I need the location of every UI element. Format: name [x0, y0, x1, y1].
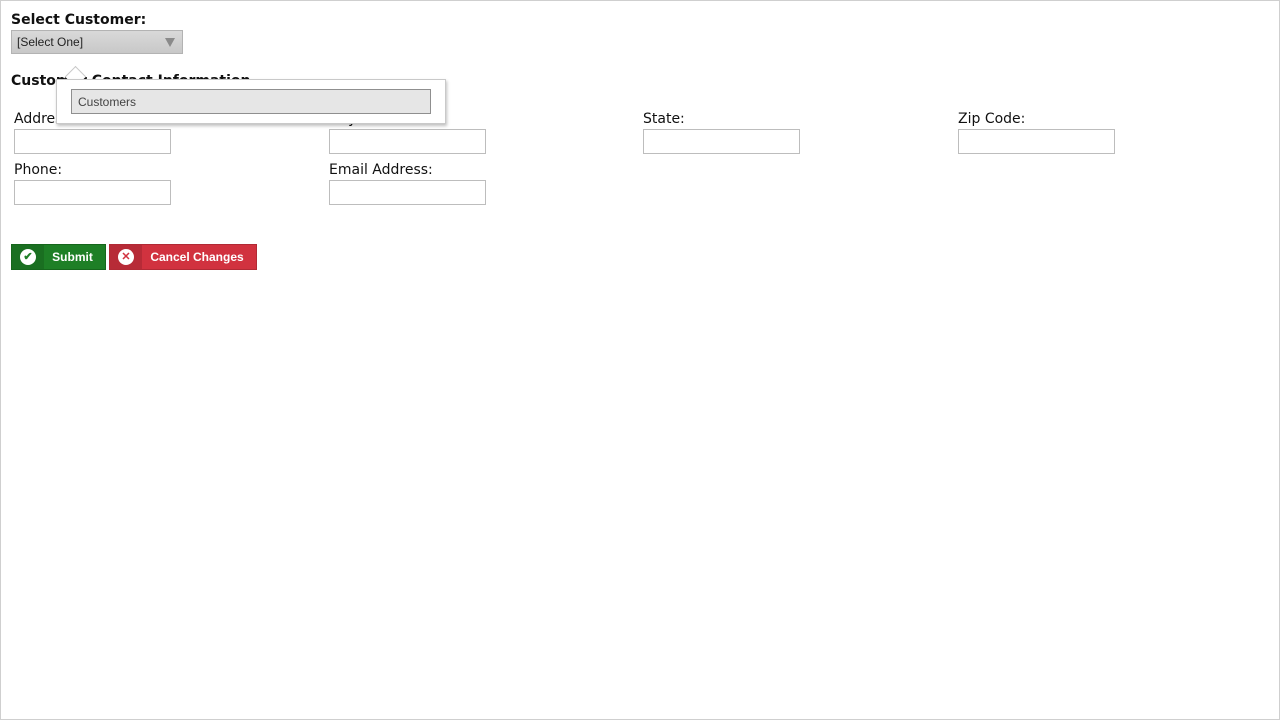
phone-input[interactable] [14, 180, 171, 205]
select-customer-dropdown[interactable]: [Select One] [11, 30, 183, 54]
submit-button-label: Submit [52, 250, 93, 264]
dropdown-arrow-icon[interactable] [165, 38, 175, 47]
check-circle-icon: ✔ [20, 249, 36, 265]
cancel-changes-button-label: Cancel Changes [150, 250, 244, 264]
email-address-label: Email Address: [329, 162, 433, 178]
dropdown-popup: Customers [56, 79, 446, 124]
state-input[interactable] [643, 129, 800, 154]
select-customer-value: [Select One] [17, 35, 84, 49]
cancel-changes-button[interactable]: ✕ Cancel Changes [109, 244, 257, 270]
state-label: State: [643, 111, 685, 127]
phone-label: Phone: [14, 162, 63, 178]
zip-code-input[interactable] [958, 129, 1115, 154]
city-input[interactable] [329, 129, 486, 154]
submit-button[interactable]: ✔ Submit [11, 244, 106, 270]
select-customer-label: Select Customer: [11, 12, 147, 28]
email-address-input[interactable] [329, 180, 486, 205]
dropdown-option-customers[interactable]: Customers [71, 89, 431, 114]
zip-code-label: Zip Code: [958, 111, 1026, 127]
x-circle-icon: ✕ [118, 249, 134, 265]
address-input[interactable] [14, 129, 171, 154]
